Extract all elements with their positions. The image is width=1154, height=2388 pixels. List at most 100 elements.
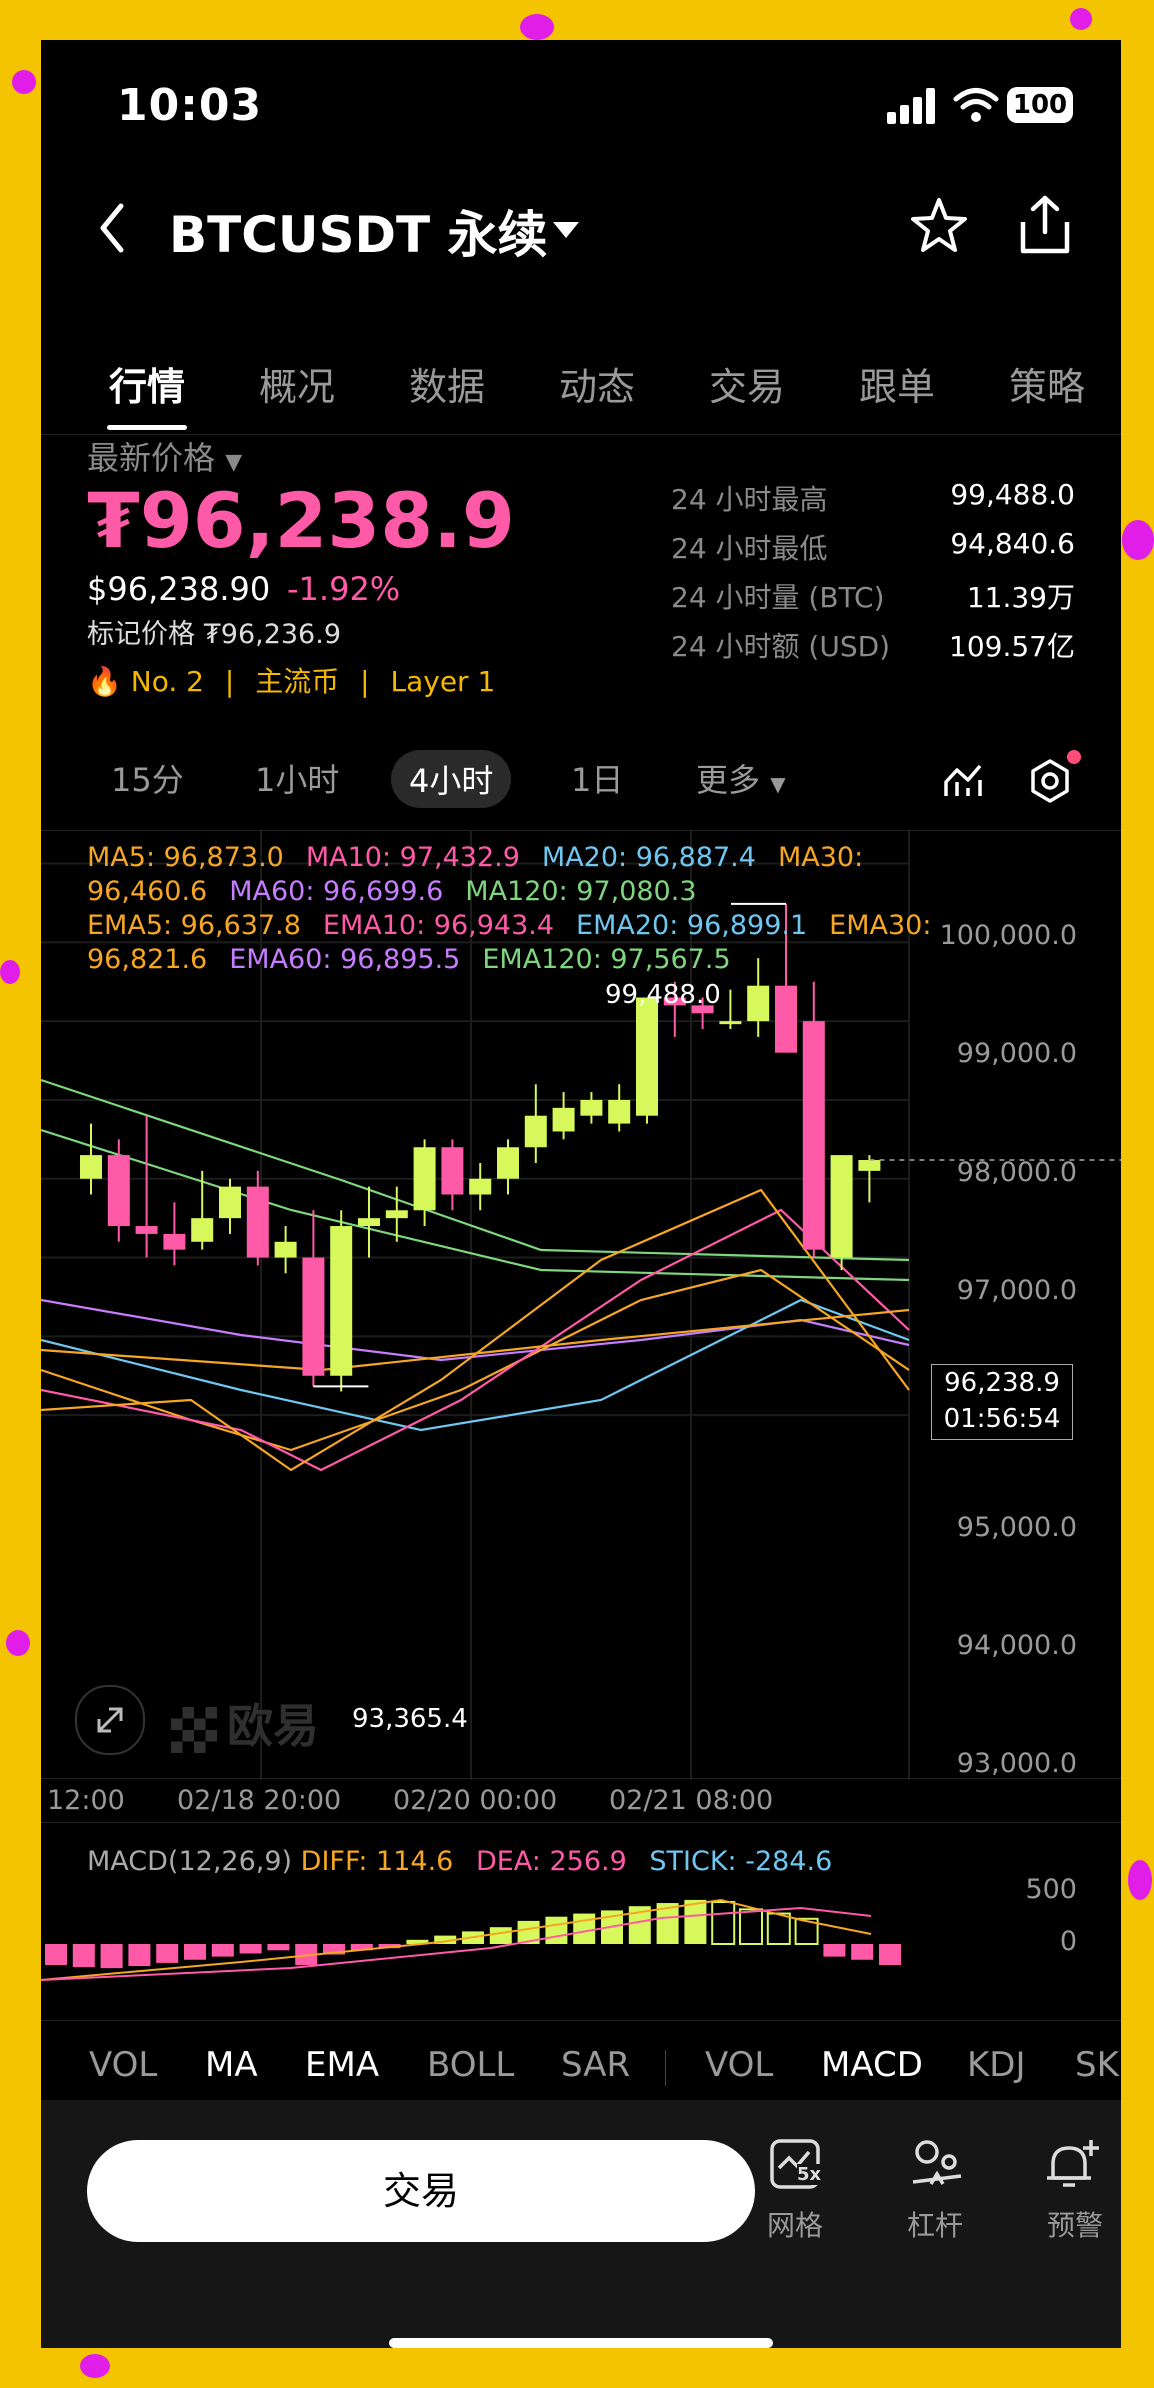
candle-body <box>107 1155 130 1227</box>
trade-button[interactable]: 交易 <box>87 2140 755 2242</box>
grid-button[interactable]: 5x 网格 <box>735 2138 855 2258</box>
star-icon[interactable] <box>909 196 969 256</box>
logo-icon <box>171 1706 217 1753</box>
latest-price-label[interactable]: 最新价格 ▼ <box>87 433 242 479</box>
candle-body <box>802 1021 825 1250</box>
indicator-value: MA60: 96,699.6 <box>229 876 444 907</box>
stat-turnover-label: 24 小时额 (USD) <box>671 630 891 663</box>
notification-dot <box>1067 750 1081 764</box>
coin-tags: 🔥 No. 2 | 主流币 | Layer 1 <box>87 660 495 700</box>
stat-volume-label: 24 小时量 (BTC) <box>671 581 885 614</box>
back-icon[interactable] <box>97 202 127 254</box>
macd-stick: STICK: -284.6 <box>649 1846 833 1877</box>
ema-legend-line2: 96,821.6 EMA60: 96,895.5 EMA120: 97,567.5 <box>87 944 753 975</box>
stat-turnover-value: 109.57亿 <box>949 630 1075 663</box>
settings-icon[interactable] <box>1027 758 1073 804</box>
stat-volume-value: 11.39万 <box>966 581 1075 614</box>
tf-15m[interactable]: 15分 <box>111 755 184 801</box>
tf-more-label: 更多 <box>696 761 761 799</box>
macd-bar <box>72 1944 95 1968</box>
candle-body <box>302 1257 325 1376</box>
tf-1h[interactable]: 1小时 <box>255 755 339 801</box>
tab-feed[interactable]: 动态 <box>559 356 635 411</box>
lever-icon <box>912 2140 962 2185</box>
leverage-button[interactable]: 杠杆 <box>875 2138 995 2258</box>
tf-4h[interactable]: 4小时 <box>391 750 512 808</box>
indicator-icon[interactable] <box>943 760 983 800</box>
moving-average-line <box>41 1188 910 1472</box>
macd-diff: DIFF: 114.6 <box>300 1846 454 1877</box>
macd-bar <box>267 1944 290 1951</box>
candle-countdown: 01:56:54 <box>943 1404 1061 1434</box>
candle-body <box>830 1155 853 1258</box>
fullscreen-button[interactable] <box>75 1685 145 1755</box>
y-tick: 100,000.0 <box>939 920 1077 951</box>
indicator-value: EMA30: <box>829 910 932 941</box>
macd-bar <box>684 1899 707 1944</box>
y-tick: 94,000.0 <box>956 1630 1077 1661</box>
indicator-value: MA120: 97,080.3 <box>465 876 697 907</box>
tab-copy[interactable]: 跟单 <box>859 356 935 411</box>
tf-more[interactable]: 更多 ▼ <box>696 755 786 801</box>
flame-icon: 🔥 <box>87 665 122 698</box>
wifi-icon <box>953 88 999 122</box>
x-tick: 02/21 08:00 <box>609 1785 774 1816</box>
candle-body <box>580 1099 603 1116</box>
macd-bar <box>879 1944 901 1965</box>
layer-tag[interactable]: Layer 1 <box>391 665 496 698</box>
candle-body <box>219 1186 241 1219</box>
tab-overview[interactable]: 概况 <box>259 356 335 411</box>
tab-strategy[interactable]: 策略 <box>1009 356 1085 411</box>
ind-sar[interactable]: SAR <box>561 2045 630 2085</box>
tab-market[interactable]: 行情 <box>109 356 185 411</box>
ind-skdj[interactable]: SK <box>1075 2045 1119 2085</box>
tab-trade[interactable]: 交易 <box>709 356 785 411</box>
stat-low-label: 24 小时最低 <box>671 532 828 565</box>
candle-body <box>719 1021 742 1025</box>
alert-button[interactable]: 预警 <box>1015 2138 1121 2258</box>
battery-icon: 100 <box>1007 87 1073 123</box>
ind-kdj[interactable]: KDJ <box>967 2045 1026 2085</box>
caret-down-icon[interactable] <box>551 220 581 240</box>
macd-bar <box>573 1913 596 1944</box>
ind-boll[interactable]: BOLL <box>427 2045 514 2085</box>
high-marker-label: 99,488.0 <box>605 980 721 1010</box>
indicator-value: 96,460.6 <box>87 876 208 907</box>
signal-icon <box>887 88 935 124</box>
status-time: 10:03 <box>117 80 263 131</box>
ind-ema[interactable]: EMA <box>305 2045 379 2085</box>
indicator-value: MA20: 96,887.4 <box>541 842 756 873</box>
ind-vol-sub[interactable]: VOL <box>705 2045 773 2085</box>
page-title[interactable]: BTCUSDT 永续 <box>169 195 548 267</box>
watermark-text: 欧易 <box>227 1699 319 1753</box>
candle-body <box>163 1233 186 1250</box>
mainstream-tag[interactable]: 主流币 <box>255 665 339 698</box>
y-tick: 98,000.0 <box>956 1157 1077 1188</box>
divider <box>665 2050 666 2086</box>
x-tick: 02/20 00:00 <box>393 1785 558 1816</box>
ind-ma[interactable]: MA <box>205 2045 258 2085</box>
moving-average-line <box>41 1298 910 1432</box>
candle-body <box>413 1147 436 1211</box>
macd-bar <box>100 1944 123 1969</box>
candle-body <box>608 1099 631 1124</box>
divider <box>41 1822 1121 1823</box>
current-price-box: 96,238.9 01:56:54 <box>931 1364 1073 1440</box>
candle-body <box>636 997 658 1116</box>
battery-level: 100 <box>1012 90 1068 120</box>
y-tick: 97,000.0 <box>956 1275 1077 1306</box>
tf-1d[interactable]: 1日 <box>571 755 623 801</box>
ind-vol[interactable]: VOL <box>89 2045 157 2085</box>
ema-legend-line1: EMA5: 96,637.8 EMA10: 96,943.4 EMA20: 96,8… <box>87 910 953 941</box>
candlestick-chart[interactable] <box>41 830 1121 1830</box>
candle-body <box>441 1147 464 1195</box>
tab-active-indicator <box>107 425 187 430</box>
macd-bar <box>766 1912 791 1945</box>
share-icon[interactable] <box>1017 194 1073 256</box>
tab-data[interactable]: 数据 <box>409 356 485 411</box>
ind-macd[interactable]: MACD <box>821 2045 923 2085</box>
macd-legend: MACD(12,26,9) DIFF: 114.6 DEA: 256.9 STI… <box>87 1846 832 1877</box>
indicator-value: MA5: 96,873.0 <box>87 842 284 873</box>
caret-down-icon: ▼ <box>225 450 243 475</box>
indicator-value: 96,821.6 <box>87 944 208 975</box>
